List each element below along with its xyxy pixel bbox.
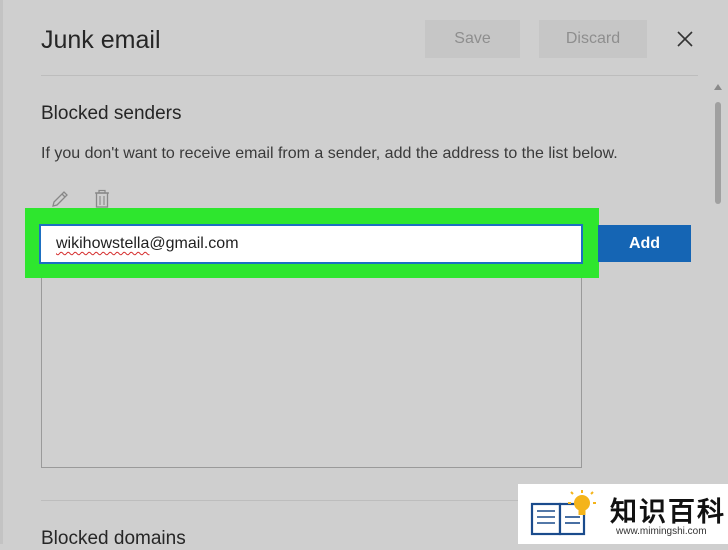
watermark-logo: 知识百科 www.mimingshi.com xyxy=(518,484,728,544)
scroll-up-arrow-icon[interactable] xyxy=(714,84,722,90)
trash-icon[interactable] xyxy=(91,188,113,210)
email-domain-text: @gmail.com xyxy=(149,235,239,252)
blocked-senders-list[interactable] xyxy=(41,278,582,468)
book-bulb-icon xyxy=(530,490,596,536)
sender-email-value: wikihowstella@gmail.com xyxy=(56,235,239,253)
sender-email-input[interactable]: wikihowstella@gmail.com xyxy=(39,224,583,264)
pencil-icon[interactable] xyxy=(49,188,71,210)
watermark-text: 知识百科 xyxy=(610,497,726,527)
watermark-url: www.mimingshi.com xyxy=(616,526,707,537)
dialog-title: Junk email xyxy=(41,26,161,54)
discard-button[interactable]: Discard xyxy=(539,20,647,58)
add-button[interactable]: Add xyxy=(598,225,691,262)
header-divider xyxy=(41,75,698,76)
left-edge-strip xyxy=(0,0,3,544)
close-icon[interactable] xyxy=(674,28,696,50)
save-button[interactable]: Save xyxy=(425,20,520,58)
blocked-domains-heading: Blocked domains xyxy=(41,528,186,549)
blocked-senders-description: If you don't want to receive email from … xyxy=(41,145,618,162)
blocked-senders-heading: Blocked senders xyxy=(41,103,182,124)
spellcheck-underlined-text: wikihowstella xyxy=(56,235,150,252)
scrollbar-thumb[interactable] xyxy=(715,102,721,204)
